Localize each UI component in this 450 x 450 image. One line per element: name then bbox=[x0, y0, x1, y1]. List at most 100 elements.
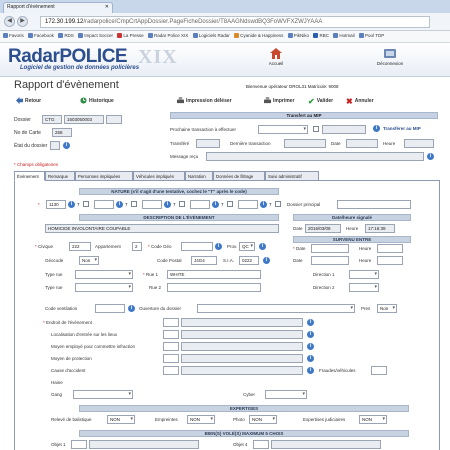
rue2-input[interactable] bbox=[167, 283, 261, 292]
tab-evenement[interactable]: Évènement bbox=[14, 171, 45, 181]
tab-narration[interactable]: Narration bbox=[185, 171, 213, 181]
fraudes-input[interactable] bbox=[371, 366, 387, 375]
nature-code-5[interactable] bbox=[238, 200, 258, 209]
moyen-employe-code[interactable] bbox=[163, 342, 179, 351]
bookmark-item[interactable]: RBC bbox=[313, 33, 329, 38]
retour-button[interactable]: Retour bbox=[16, 97, 41, 104]
tab-filtrage[interactable]: Données de filtrage bbox=[213, 171, 265, 181]
bookmark-item[interactable]: La Presse bbox=[117, 33, 144, 38]
geocode-select[interactable]: Non bbox=[79, 256, 99, 265]
localisation-code[interactable] bbox=[163, 330, 179, 339]
accueil-button[interactable]: Accueil bbox=[258, 47, 294, 66]
impression-deleser-button[interactable]: Impression déléser bbox=[177, 97, 232, 104]
prov-info-icon[interactable]: i bbox=[259, 243, 266, 250]
localisation-desc bbox=[181, 330, 303, 339]
localisation-info-icon[interactable]: i bbox=[307, 331, 314, 338]
prochaine-select[interactable] bbox=[258, 125, 308, 134]
tab-suivi[interactable]: Suivi administratif bbox=[265, 171, 319, 181]
pres-select[interactable]: Non bbox=[377, 304, 397, 313]
cause-code[interactable] bbox=[163, 366, 179, 375]
endroit-info-icon[interactable]: i bbox=[307, 319, 314, 326]
url-input[interactable]: 172.30.199.12/radarpolice/CmpCrtAppDossi… bbox=[40, 16, 430, 28]
code-geo-info-icon[interactable]: i bbox=[215, 243, 222, 250]
tab-vehicules[interactable]: Véhicules impliqués bbox=[133, 171, 185, 181]
nature-code-4[interactable] bbox=[190, 200, 210, 209]
moyen-employe-info-icon[interactable]: i bbox=[307, 343, 314, 350]
tentative-checkbox-3[interactable] bbox=[179, 201, 185, 207]
code-postal-input[interactable]: J4G4 bbox=[191, 256, 217, 265]
date-entre-input[interactable] bbox=[311, 244, 349, 253]
nature-info-icon-4[interactable]: i bbox=[212, 201, 219, 208]
code-geo-input[interactable] bbox=[181, 242, 213, 251]
civique-input[interactable]: 222 bbox=[69, 242, 91, 251]
transferer-mip-link[interactable]: Transférer au MIP bbox=[383, 126, 421, 131]
date-entre-2-input[interactable] bbox=[311, 256, 349, 265]
direction1-select[interactable] bbox=[349, 270, 379, 279]
ouverture-select[interactable] bbox=[197, 304, 355, 313]
cyber-select[interactable] bbox=[265, 390, 307, 399]
bookmark-item[interactable]: PikNiko bbox=[287, 33, 309, 38]
releve-select[interactable]: NON bbox=[107, 415, 135, 424]
type-rue-2-select[interactable] bbox=[75, 283, 133, 292]
nature-code-3[interactable] bbox=[142, 200, 162, 209]
tentative-checkbox-4[interactable] bbox=[227, 201, 233, 207]
bookmark-item[interactable]: RDS bbox=[58, 33, 74, 38]
bookmark-item[interactable]: Cyanide & Happiness bbox=[234, 33, 283, 38]
imprimer-button[interactable]: Imprimer bbox=[264, 97, 294, 104]
deconnexion-button[interactable]: Déconnexion bbox=[372, 47, 408, 66]
direction2-select[interactable] bbox=[349, 283, 379, 292]
heure-entre-input[interactable] bbox=[377, 244, 403, 253]
sia-info-icon[interactable]: i bbox=[263, 257, 270, 264]
tentative-checkbox-1[interactable] bbox=[83, 201, 89, 207]
bookmark-item[interactable]: Logiciels Radar bbox=[192, 33, 230, 38]
back-icon[interactable]: ◀ bbox=[4, 16, 15, 27]
annuler-button[interactable]: ✖ Annuler bbox=[346, 97, 374, 106]
prochaine-checkbox[interactable] bbox=[313, 126, 319, 132]
objet1-code[interactable] bbox=[71, 440, 87, 449]
message-info-icon[interactable]: i bbox=[427, 153, 434, 160]
objet4-code[interactable] bbox=[253, 440, 269, 449]
valider-button[interactable]: ✔ Valider bbox=[308, 97, 333, 106]
tentative-checkbox-2[interactable] bbox=[131, 201, 137, 207]
nature-code-2[interactable] bbox=[94, 200, 114, 209]
photo-select[interactable]: NON bbox=[249, 415, 277, 424]
nature-info-icon-1[interactable]: i bbox=[68, 201, 75, 208]
code-ventilation-label: Code ventilation bbox=[45, 306, 78, 311]
tentative-checkbox-5[interactable] bbox=[275, 201, 281, 207]
description-header: DESCRIPTION DE L'ÉVÈNEMENT bbox=[79, 214, 279, 221]
bookmark-item[interactable]: Facebook bbox=[28, 33, 54, 38]
nature-info-icon-2[interactable]: i bbox=[116, 201, 123, 208]
nature-info-icon-5[interactable]: i bbox=[260, 201, 267, 208]
ventilation-info-icon[interactable]: i bbox=[128, 305, 135, 312]
transfer-mip-icon[interactable]: i bbox=[373, 125, 380, 132]
moyen-protection-code[interactable] bbox=[163, 354, 179, 363]
judiciaires-select[interactable]: NON bbox=[359, 415, 387, 424]
forward-icon[interactable]: ▶ bbox=[17, 16, 28, 27]
nature-code-1[interactable]: 1130 bbox=[46, 200, 66, 209]
moyen-protection-info-icon[interactable]: i bbox=[307, 355, 314, 362]
bookmark-item[interactable]: Radar Police XIX bbox=[148, 33, 188, 38]
bookmark-item[interactable]: Favoris bbox=[3, 33, 24, 38]
close-tab-icon[interactable]: ✕ bbox=[105, 4, 109, 10]
tab-remarque[interactable]: Remarque bbox=[45, 171, 75, 181]
bookmark-item[interactable]: Hotmail bbox=[333, 33, 355, 38]
sia-input[interactable]: 0222 bbox=[239, 256, 259, 265]
cause-info-icon[interactable]: i bbox=[307, 367, 314, 374]
empreintes-select[interactable]: NON bbox=[187, 415, 215, 424]
gang-select[interactable] bbox=[73, 390, 133, 399]
bookmark-item[interactable]: Impact Soccer bbox=[78, 33, 113, 38]
info-icon[interactable]: i bbox=[63, 142, 70, 149]
historique-button[interactable]: Historique bbox=[80, 97, 114, 104]
code-ventilation-input[interactable] bbox=[95, 304, 125, 313]
nature-info-icon-3[interactable]: i bbox=[164, 201, 171, 208]
type-rue-select[interactable] bbox=[75, 270, 133, 279]
rue1-input[interactable]: WHITE bbox=[167, 270, 261, 279]
prov-select[interactable]: QC bbox=[239, 242, 255, 251]
endroit-code[interactable] bbox=[163, 318, 179, 327]
bookmark-item[interactable]: Pool TDP bbox=[359, 33, 384, 38]
browser-tab[interactable]: Rapport d'évènement ✕ bbox=[3, 2, 113, 13]
dossier-principal-input[interactable] bbox=[337, 200, 411, 209]
heure-entre-2-input[interactable] bbox=[377, 256, 403, 265]
tab-personnes[interactable]: Personnes impliquées bbox=[75, 171, 133, 181]
appartement-input[interactable]: 2 bbox=[132, 242, 142, 251]
